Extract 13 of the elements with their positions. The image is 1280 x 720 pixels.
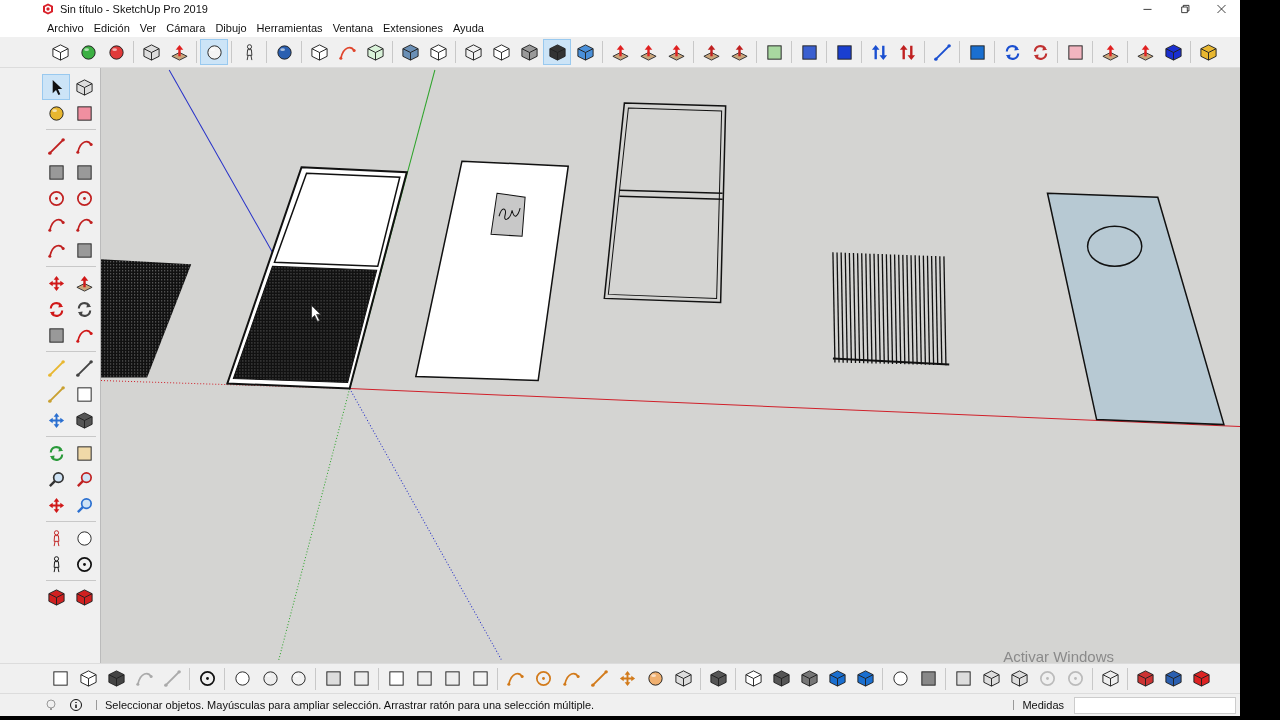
menu-item[interactable]: Ventana — [327, 21, 378, 34]
menu-item[interactable]: Ayuda — [447, 21, 489, 34]
menu-item[interactable]: Edición — [88, 21, 135, 34]
menu-item[interactable]: Herramientas — [251, 21, 328, 34]
menu-item[interactable]: Dibujo — [210, 21, 252, 34]
menu-item[interactable]: Archivo — [42, 21, 89, 34]
measurements-label: Medidas — [1022, 699, 1064, 711]
menu-item[interactable]: Extensiones — [378, 21, 448, 34]
status-message: Seleccionar objetos. Mayúsculas para ampliar selección. Arrastrar ratón para una selección múltiple. — [105, 699, 595, 711]
activation-notice: Activar Windows — [1003, 648, 1114, 663]
window-title: Sin título - SketchUp Pro 2019 — [60, 3, 208, 15]
menu-item[interactable]: Ver — [134, 21, 162, 34]
menu-item[interactable]: Cámara — [161, 21, 211, 34]
